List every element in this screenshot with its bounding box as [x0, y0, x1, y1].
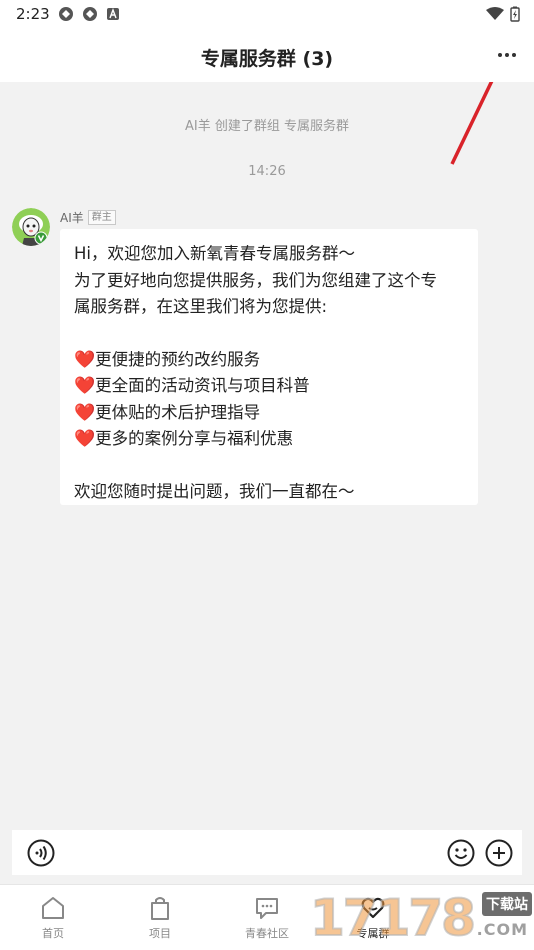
sender-name: AI羊 [60, 211, 84, 225]
watermark-badge: 下载站 [482, 892, 532, 916]
message-line: 欢迎您随时提出问题，我们一直都在～ [74, 481, 355, 501]
more-dot [505, 53, 509, 57]
heart-icon: ❤️ [74, 429, 96, 449]
watermark-logo: 17178 下载站 .COM [308, 888, 534, 950]
avatar[interactable] [12, 208, 50, 246]
message-list-item: ❤️更体贴的术后护理指导 [74, 400, 464, 427]
bag-icon [151, 897, 169, 920]
tab-label: 项目 [149, 927, 171, 940]
status-right-icons [486, 6, 520, 22]
community-icon [256, 898, 278, 919]
message-list-text: 更多的案例分享与福利优惠 [95, 429, 294, 448]
message-list-text: 更便捷的预约改约服务 [95, 349, 261, 369]
message-list-text: 更体贴的术后护理指导 [95, 402, 261, 422]
heart-icon: ❤️ [74, 402, 96, 423]
home-icon [42, 897, 64, 919]
owner-badge: 群主 [87, 210, 116, 225]
message-line: 属服务群，在这里我们将为您提供: [74, 297, 328, 316]
message-list-item: ❤️更多的案例分享与福利优惠 [74, 426, 464, 453]
heart-icon: ❤️ [74, 376, 96, 396]
plus-icon[interactable] [485, 839, 513, 867]
message-list-item: ❤️更便捷的预约改约服务 [74, 347, 464, 374]
sender-row: AI羊 群主 [60, 209, 116, 226]
sheep-avatar-icon [12, 208, 50, 246]
more-dots-icon [498, 53, 502, 57]
status-time: 2:23 [16, 5, 50, 23]
message-line: 为了更好地向您提供服务，我们为您组建了这个专 [74, 270, 437, 290]
page-title: 专属服务群 (3) [200, 48, 334, 70]
message-list-item: ❤️更全面的活动资讯与项目科普 [74, 373, 464, 400]
tab-projects[interactable]: 项目 [110, 891, 210, 947]
more-options-button[interactable] [494, 42, 520, 68]
wifi-icon [486, 7, 504, 20]
message-timestamp: 14:26 [248, 164, 286, 179]
input-bar [12, 830, 522, 875]
app-notification-icon [59, 7, 73, 21]
more-dot [512, 53, 516, 57]
chat-area[interactable]: AI羊 创建了群组 专属服务群 14:26 AI羊 群主 Hi，欢迎您加入新氧青… [0, 82, 534, 828]
heart-icon: ❤️ [74, 349, 96, 370]
system-message: AI羊 创建了群组 专属服务群 [185, 119, 349, 134]
app-notification-icon [83, 7, 97, 21]
watermark-suffix: .COM [476, 920, 528, 939]
status-bar: 2:23 [0, 0, 534, 30]
message-list-text: 更全面的活动资讯与项目科普 [95, 376, 310, 395]
voice-icon[interactable] [27, 839, 55, 867]
status-left-icons [58, 6, 120, 22]
emoji-icon[interactable] [447, 839, 475, 867]
tab-community[interactable]: 青春社区 [217, 891, 317, 947]
nav-bar: 专属服务群 (3) [0, 30, 534, 82]
watermark-digits: 17178 [309, 888, 477, 948]
tab-label: 首页 [42, 927, 64, 940]
battery-charging-icon [510, 6, 520, 22]
tab-label: 青春社区 [245, 927, 289, 940]
tab-home[interactable]: 首页 [3, 891, 103, 947]
message-line: Hi，欢迎您加入新氧青春专属服务群～ [74, 244, 355, 263]
message-bubble[interactable]: Hi，欢迎您加入新氧青春专属服务群～ 为了更好地向您提供服务，我们为您组建了这个… [60, 229, 478, 505]
font-app-icon [107, 8, 119, 20]
